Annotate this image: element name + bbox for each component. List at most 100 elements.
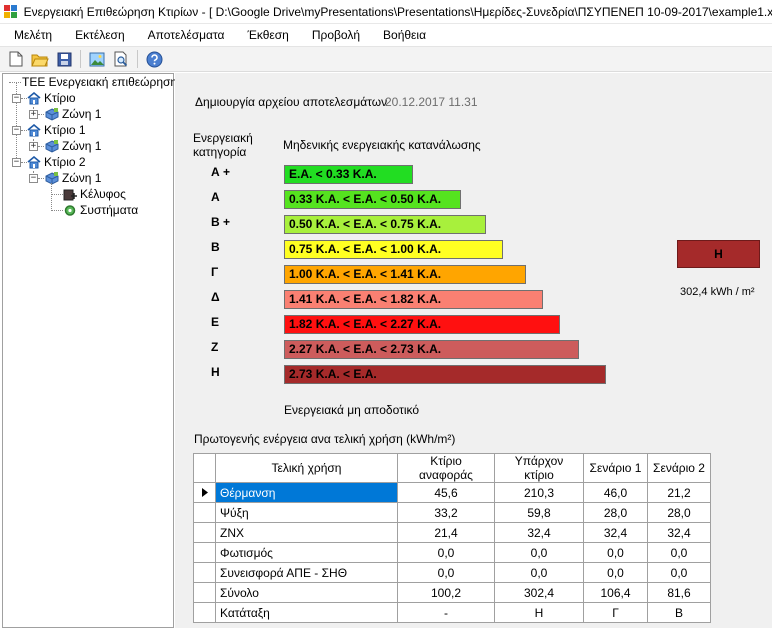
row-selector[interactable] bbox=[193, 602, 216, 623]
table-row[interactable]: ΖΝΧ 21,4 32,4 32,4 32,4 bbox=[193, 522, 711, 543]
row-selector[interactable] bbox=[193, 542, 216, 563]
table-cell[interactable]: Συνεισφορά ΑΠΕ - ΣΗΘ bbox=[215, 562, 398, 583]
menu-ektelesi[interactable]: Εκτέλεση bbox=[61, 28, 134, 42]
rating-bar-b-plus: 0.50 Κ.Α. < Ε.Α. < 0.75 Κ.Α. bbox=[284, 215, 486, 234]
expander-collapse-icon[interactable]: − bbox=[12, 126, 21, 135]
wall-icon bbox=[63, 188, 77, 201]
table-cell[interactable]: Ψύξη bbox=[215, 502, 398, 523]
new-file-icon[interactable] bbox=[6, 49, 26, 69]
table-cell[interactable]: - bbox=[397, 602, 495, 623]
tree-zone[interactable]: Ζώνη 1 bbox=[45, 170, 101, 186]
expander-collapse-icon[interactable]: − bbox=[29, 174, 38, 183]
table-row[interactable]: Σύνολο 100,2 302,4 106,4 81,6 bbox=[193, 582, 711, 603]
expander-collapse-icon[interactable]: − bbox=[12, 94, 21, 103]
menu-provoli[interactable]: Προβολή bbox=[298, 28, 369, 42]
table-cell[interactable]: 106,4 bbox=[583, 582, 648, 603]
column-header[interactable]: Σενάριο 2 bbox=[647, 453, 711, 483]
row-selector[interactable] bbox=[193, 502, 216, 523]
open-folder-icon[interactable] bbox=[30, 49, 50, 69]
rating-letter: Γ bbox=[211, 265, 219, 279]
tree-building-label: Κτίριο bbox=[44, 91, 76, 105]
table-cell[interactable]: Η bbox=[494, 602, 584, 623]
table-cell[interactable]: 59,8 bbox=[494, 502, 584, 523]
rating-bar-z: 2.27 Κ.Α. < Ε.Α. < 2.73 Κ.Α. bbox=[284, 340, 579, 359]
tree-zone[interactable]: Ζώνη 1 bbox=[45, 138, 101, 154]
row-selector[interactable] bbox=[193, 582, 216, 603]
print-preview-icon[interactable] bbox=[111, 49, 131, 69]
zone-cube-icon bbox=[45, 139, 59, 153]
table-cell[interactable]: Κατάταξη bbox=[215, 602, 398, 623]
tree-zone-label: Ζώνη 1 bbox=[62, 171, 102, 185]
expander-expand-icon[interactable]: + bbox=[29, 110, 38, 119]
rating-letter: Α + bbox=[211, 165, 231, 179]
table-cell[interactable]: Θέρμανση bbox=[215, 482, 398, 503]
table-cell[interactable]: 0,0 bbox=[647, 562, 711, 583]
column-header[interactable]: Κτίριο αναφοράς bbox=[397, 453, 495, 483]
table-cell[interactable]: 28,0 bbox=[583, 502, 648, 523]
rating-letter: Α bbox=[211, 190, 220, 204]
table-cell[interactable]: 0,0 bbox=[583, 562, 648, 583]
row-selector[interactable] bbox=[193, 522, 216, 543]
row-selector-arrow-icon[interactable] bbox=[193, 482, 216, 503]
table-row[interactable]: Φωτισμός 0,0 0,0 0,0 0,0 bbox=[193, 542, 711, 563]
table-row[interactable]: Συνεισφορά ΑΠΕ - ΣΗΘ 0,0 0,0 0,0 0,0 bbox=[193, 562, 711, 583]
image-icon[interactable] bbox=[87, 49, 107, 69]
table-cell[interactable]: 0,0 bbox=[397, 562, 495, 583]
rating-bar-h: 2.73 Κ.Α. < Ε.Α. bbox=[284, 365, 606, 384]
table-row[interactable]: Ψύξη 33,2 59,8 28,0 28,0 bbox=[193, 502, 711, 523]
table-cell[interactable]: ΖΝΧ bbox=[215, 522, 398, 543]
menu-apotelesmata[interactable]: Αποτελέσματα bbox=[134, 28, 234, 42]
column-header[interactable]: Τελική χρήση bbox=[215, 453, 398, 483]
tree-root-label: ΤΕΕ Ενεργειακή επιθεώρηση bbox=[22, 75, 178, 89]
tree-building-0[interactable]: Κτίριο bbox=[27, 90, 76, 106]
toolbar bbox=[0, 46, 772, 72]
table-row[interactable]: Θέρμανση 45,6 210,3 46,0 21,2 bbox=[193, 482, 711, 503]
table-cell[interactable]: 0,0 bbox=[494, 562, 584, 583]
table-cell[interactable]: 46,0 bbox=[583, 482, 648, 503]
table-cell[interactable]: 81,6 bbox=[647, 582, 711, 603]
table-cell[interactable]: Σύνολο bbox=[215, 582, 398, 603]
expander-expand-icon[interactable]: + bbox=[29, 142, 38, 151]
tree-root[interactable]: ΤΕΕ Ενεργειακή επιθεώρηση bbox=[22, 74, 177, 90]
table-cell[interactable]: 21,4 bbox=[397, 522, 495, 543]
tree-systems[interactable]: Συστήματα bbox=[63, 202, 138, 218]
table-cell[interactable]: 100,2 bbox=[397, 582, 495, 603]
table-cell[interactable]: 33,2 bbox=[397, 502, 495, 523]
table-cell[interactable]: 0,0 bbox=[583, 542, 648, 563]
table-cell[interactable]: Φωτισμός bbox=[215, 542, 398, 563]
table-cell[interactable]: 32,4 bbox=[494, 522, 584, 543]
tree-building-2[interactable]: Κτίριο 2 bbox=[27, 154, 86, 170]
table-cell[interactable]: 0,0 bbox=[397, 542, 495, 563]
rating-bar-d: 1.41 Κ.Α. < Ε.Α. < 1.82 Κ.Α. bbox=[284, 290, 543, 309]
tree-zone[interactable]: Ζώνη 1 bbox=[45, 106, 101, 122]
table-cell[interactable]: 28,0 bbox=[647, 502, 711, 523]
rating-letter: Β + bbox=[211, 215, 231, 229]
tree-building-1[interactable]: Κτίριο 1 bbox=[27, 122, 86, 138]
tree-shell[interactable]: Κέλυφος bbox=[63, 186, 126, 202]
row-selector[interactable] bbox=[193, 562, 216, 583]
created-value: 20.12.2017 11.31 bbox=[385, 95, 478, 109]
column-header[interactable]: Υπάρχον κτίριο bbox=[494, 453, 584, 483]
expander-collapse-icon[interactable]: − bbox=[12, 158, 21, 167]
help-icon[interactable] bbox=[144, 49, 164, 69]
table-cell[interactable]: 32,4 bbox=[647, 522, 711, 543]
menu-meleti[interactable]: Μελέτη bbox=[0, 28, 61, 42]
table-cell[interactable]: 0,0 bbox=[647, 542, 711, 563]
systems-gear-icon bbox=[63, 204, 77, 217]
table-cell[interactable]: 210,3 bbox=[494, 482, 584, 503]
tree-shell-label: Κέλυφος bbox=[80, 187, 126, 201]
table-row[interactable]: Κατάταξη - Η Γ Β bbox=[193, 602, 711, 623]
menu-ekthesi[interactable]: Έκθεση bbox=[233, 28, 297, 42]
save-icon[interactable] bbox=[54, 49, 74, 69]
table-cell[interactable]: 21,2 bbox=[647, 482, 711, 503]
menu-voitheia[interactable]: Βοήθεια bbox=[369, 28, 435, 42]
house-icon bbox=[27, 91, 41, 105]
table-cell[interactable]: 45,6 bbox=[397, 482, 495, 503]
table-cell[interactable]: 302,4 bbox=[494, 582, 584, 603]
table-cell[interactable]: Β bbox=[647, 602, 711, 623]
table-cell[interactable]: Γ bbox=[583, 602, 648, 623]
table-title: Πρωτογενής ενέργεια ανα τελική χρήση (kW… bbox=[194, 432, 456, 446]
table-cell[interactable]: 32,4 bbox=[583, 522, 648, 543]
table-cell[interactable]: 0,0 bbox=[494, 542, 584, 563]
column-header[interactable]: Σενάριο 1 bbox=[583, 453, 648, 483]
